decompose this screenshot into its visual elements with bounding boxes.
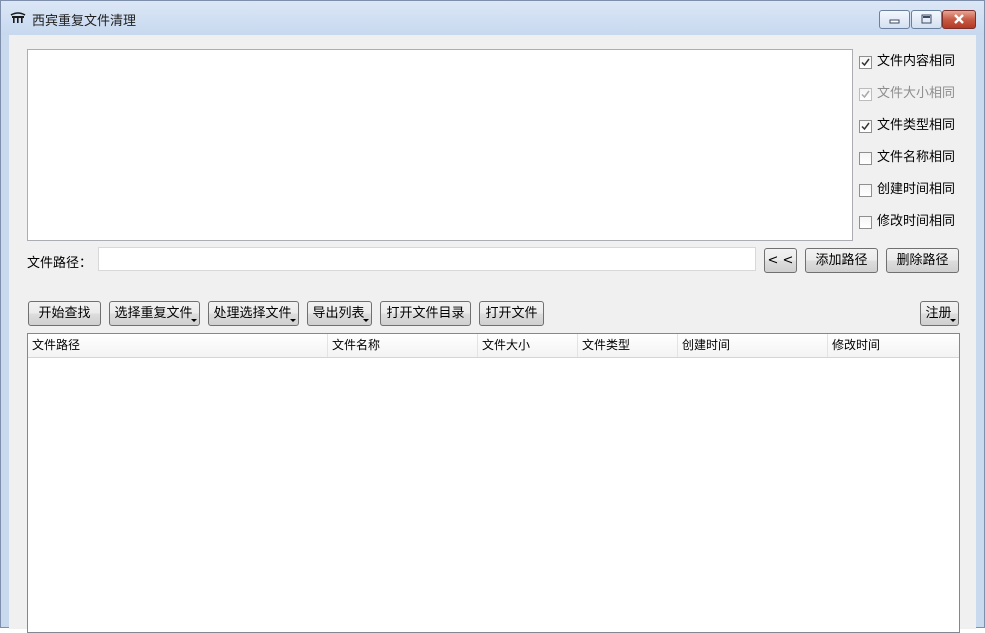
column-header-created[interactable]: 创建时间 bbox=[678, 334, 828, 357]
start-search-button[interactable]: 开始查找 bbox=[28, 301, 101, 326]
option-label: 文件类型相同 bbox=[877, 118, 956, 133]
close-button[interactable] bbox=[942, 10, 976, 29]
path-label: 文件路径： bbox=[27, 256, 93, 271]
app-window: 西宾重复文件清理 文件内容相同 文件大小相同 文件类型相同 文件名称相同 创建时… bbox=[0, 0, 985, 633]
open-folder-button[interactable]: 打开文件目录 bbox=[380, 301, 471, 326]
path-input[interactable] bbox=[98, 247, 756, 271]
title-bar[interactable]: 西宾重复文件清理 bbox=[1, 1, 984, 35]
dropdown-arrow-icon bbox=[950, 319, 956, 322]
back-button[interactable]: < < bbox=[764, 248, 797, 273]
client-area: 文件内容相同 文件大小相同 文件类型相同 文件名称相同 创建时间相同 修改时间相… bbox=[9, 35, 976, 633]
column-header-modified[interactable]: 修改时间 bbox=[828, 334, 959, 357]
checkbox[interactable] bbox=[859, 216, 872, 229]
select-duplicates-label: 选择重复文件 bbox=[114, 306, 193, 321]
column-header-size[interactable]: 文件大小 bbox=[478, 334, 578, 357]
option-label: 修改时间相同 bbox=[877, 214, 956, 229]
register-label: 注册 bbox=[925, 306, 952, 321]
checkbox[interactable] bbox=[859, 56, 872, 69]
check-icon bbox=[861, 90, 870, 99]
export-list-button[interactable]: 导出列表 bbox=[307, 301, 372, 326]
open-file-button[interactable]: 打开文件 bbox=[479, 301, 544, 326]
remove-path-label: 删除路径 bbox=[896, 253, 949, 268]
maximize-button[interactable] bbox=[911, 10, 942, 29]
checkbox[interactable] bbox=[859, 88, 872, 101]
preview-pane[interactable] bbox=[27, 49, 853, 241]
dropdown-arrow-icon bbox=[290, 319, 296, 322]
select-duplicates-button[interactable]: 选择重复文件 bbox=[109, 301, 200, 326]
maximize-icon bbox=[921, 14, 932, 24]
open-folder-label: 打开文件目录 bbox=[386, 306, 465, 321]
add-path-button[interactable]: 添加路径 bbox=[805, 248, 878, 273]
option-label: 文件大小相同 bbox=[877, 86, 956, 101]
dropdown-arrow-icon bbox=[363, 319, 369, 322]
column-header-type[interactable]: 文件类型 bbox=[578, 334, 678, 357]
minimize-icon bbox=[889, 19, 900, 24]
results-table[interactable]: 文件路径 文件名称 文件大小 文件类型 创建时间 修改时间 bbox=[27, 333, 960, 633]
checkbox[interactable] bbox=[859, 152, 872, 165]
close-icon bbox=[954, 14, 964, 24]
back-button-label: < < bbox=[767, 253, 794, 268]
option-label: 文件内容相同 bbox=[877, 54, 956, 69]
process-selected-label: 处理选择文件 bbox=[213, 306, 292, 321]
open-file-label: 打开文件 bbox=[485, 306, 538, 321]
checkbox[interactable] bbox=[859, 184, 872, 197]
check-icon bbox=[861, 122, 870, 131]
start-search-label: 开始查找 bbox=[38, 306, 91, 321]
column-header-path[interactable]: 文件路径 bbox=[28, 334, 328, 357]
process-selected-button[interactable]: 处理选择文件 bbox=[208, 301, 299, 326]
export-list-label: 导出列表 bbox=[312, 306, 365, 321]
remove-path-button[interactable]: 删除路径 bbox=[886, 248, 959, 273]
checkbox[interactable] bbox=[859, 120, 872, 133]
table-header: 文件路径 文件名称 文件大小 文件类型 创建时间 修改时间 bbox=[28, 334, 959, 358]
add-path-label: 添加路径 bbox=[815, 253, 868, 268]
check-icon bbox=[861, 58, 870, 67]
option-label: 文件名称相同 bbox=[877, 150, 956, 165]
column-header-name[interactable]: 文件名称 bbox=[328, 334, 478, 357]
dropdown-arrow-icon bbox=[191, 319, 197, 322]
window-title: 西宾重复文件清理 bbox=[32, 14, 137, 29]
register-button[interactable]: 注册 bbox=[920, 301, 959, 326]
minimize-button[interactable] bbox=[879, 10, 910, 29]
option-label: 创建时间相同 bbox=[877, 182, 956, 197]
app-icon bbox=[10, 12, 26, 23]
